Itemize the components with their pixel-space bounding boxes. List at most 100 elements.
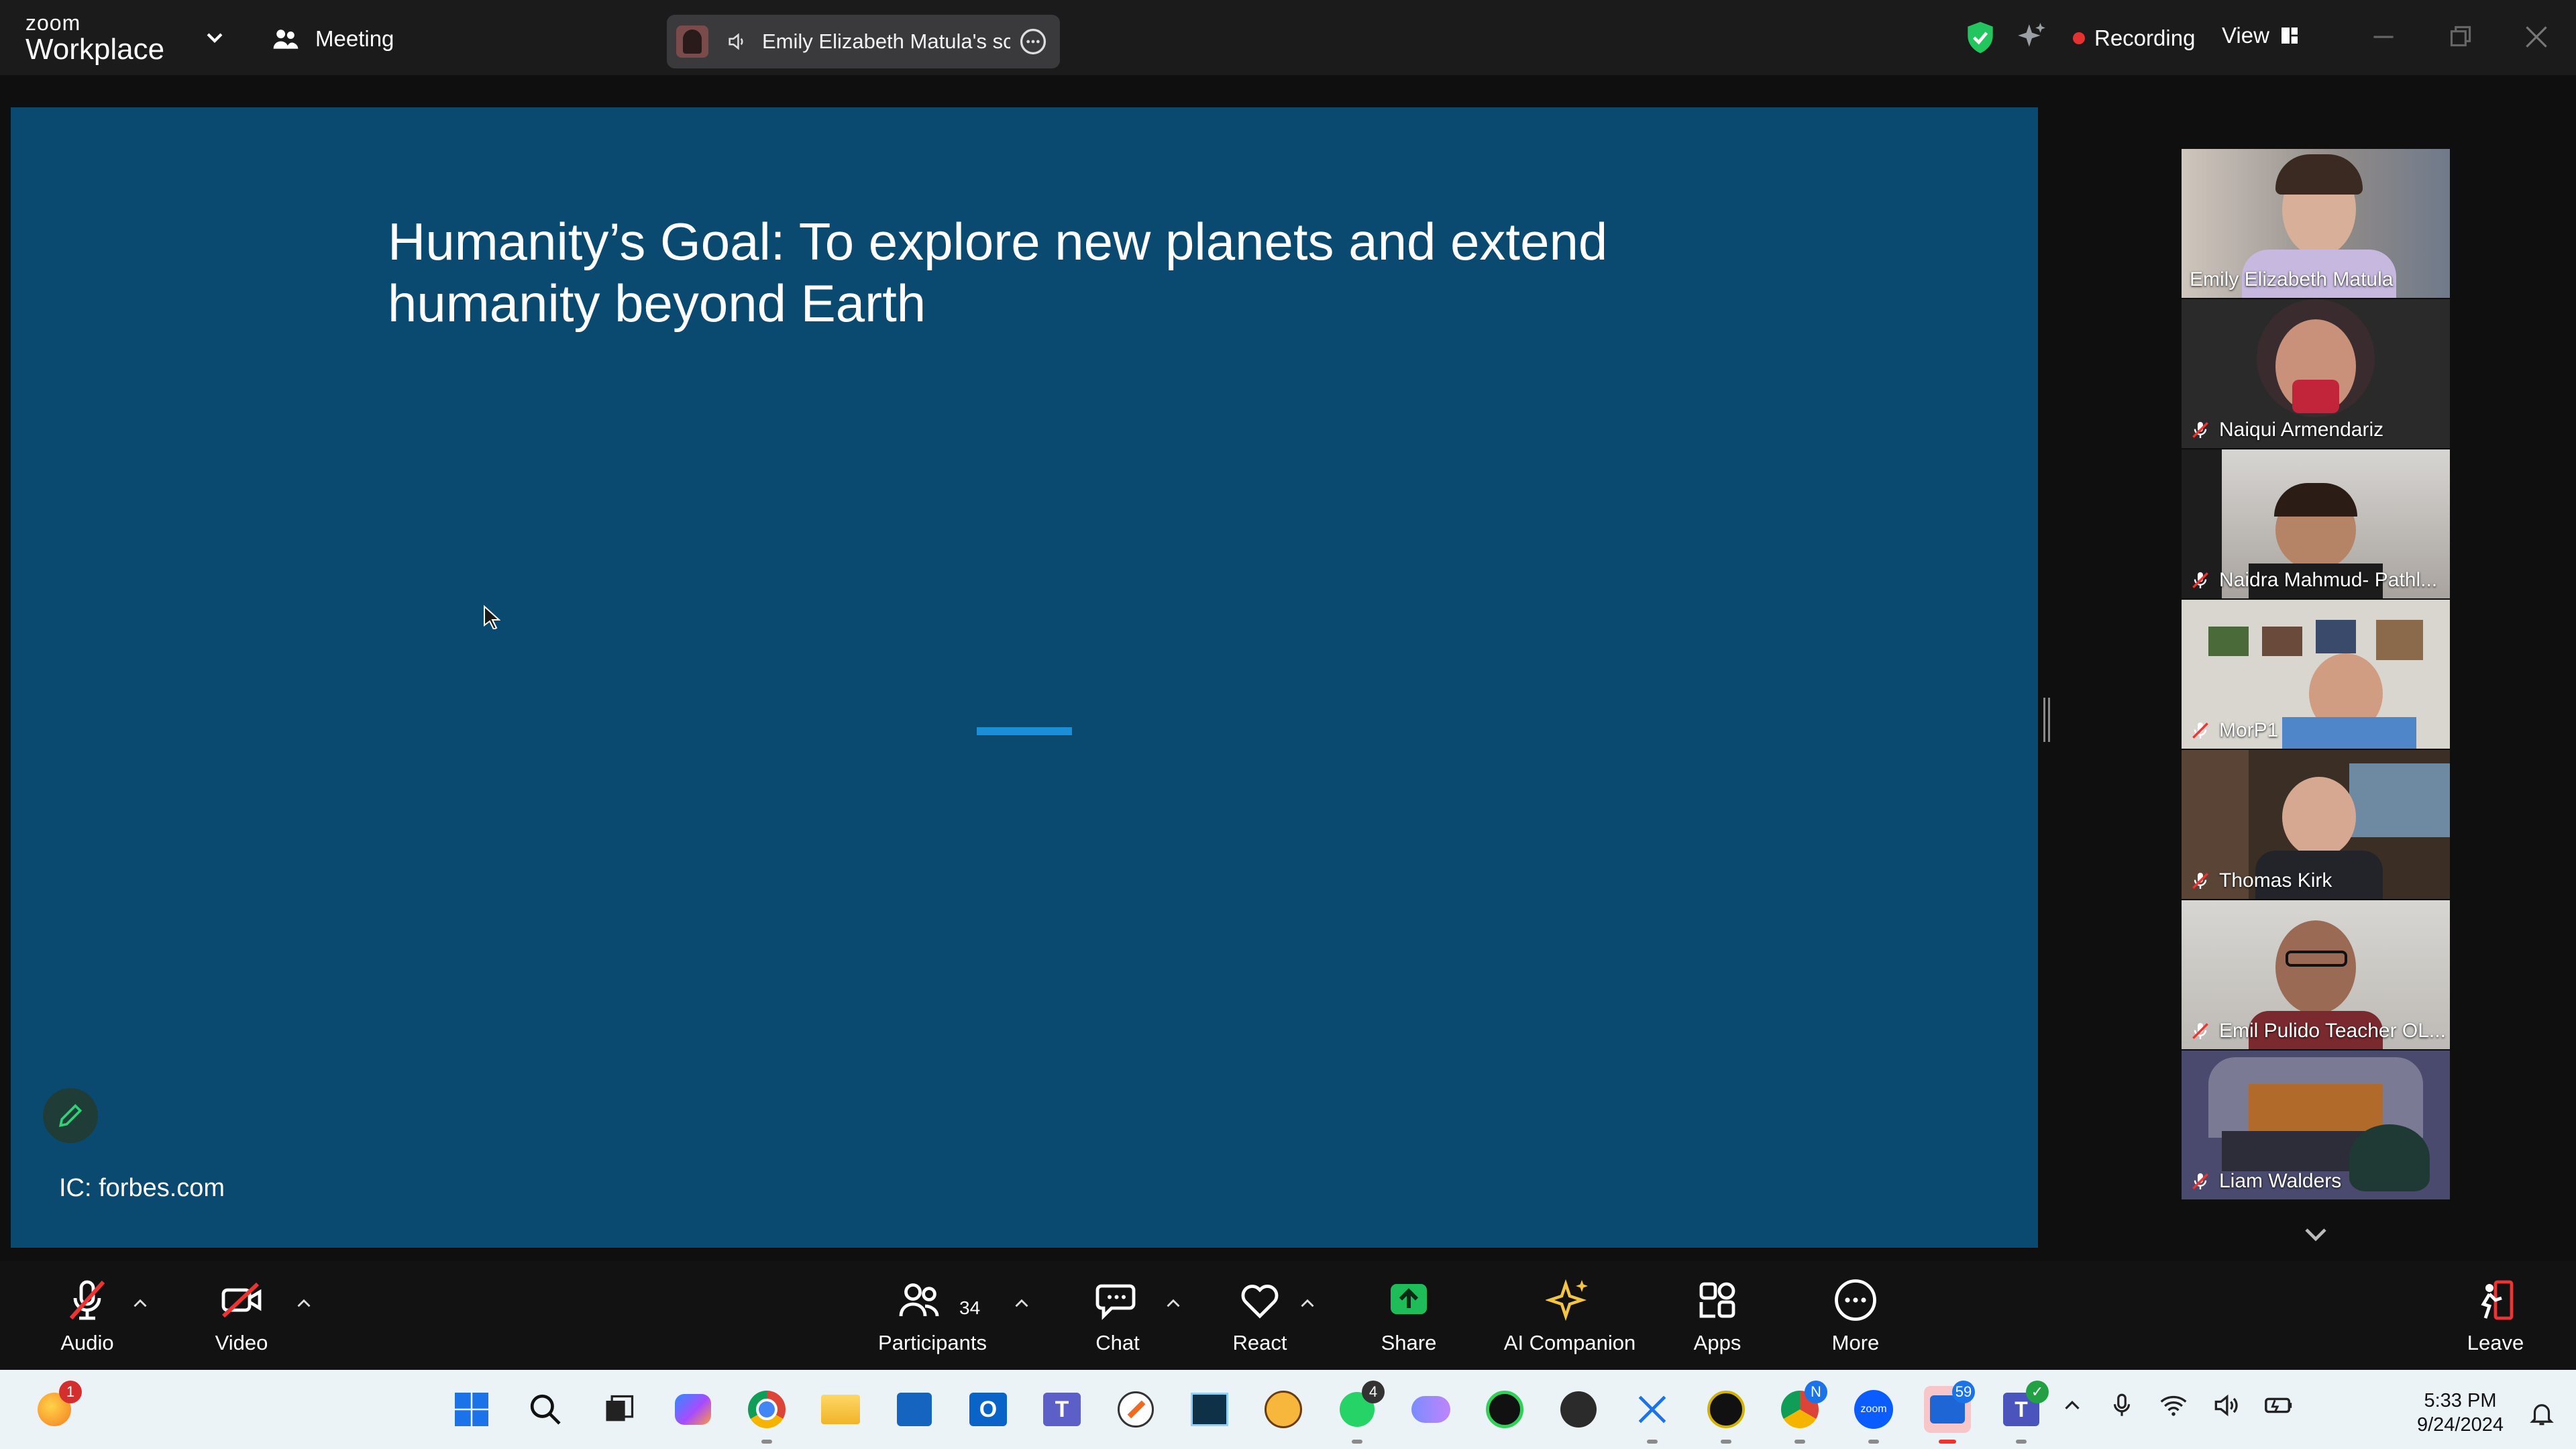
search-icon	[530, 1394, 561, 1425]
chrome-profile-icon[interactable]: N	[1776, 1381, 1827, 1444]
game-controller-icon[interactable]	[1407, 1386, 1454, 1433]
view-button[interactable]: View	[2222, 23, 2300, 48]
recording-dot-icon	[2073, 32, 2085, 44]
view-label: View	[2222, 23, 2269, 48]
search-button[interactable]	[522, 1386, 569, 1433]
speaker-icon[interactable]	[726, 30, 749, 53]
teams-work-icon[interactable]: T ✓	[1998, 1381, 2049, 1444]
apps-button[interactable]: Apps	[1684, 1261, 1751, 1370]
recording-indicator[interactable]: Recording	[2073, 25, 2195, 51]
game-app-icon[interactable]	[1260, 1386, 1307, 1433]
screen-share-indicator[interactable]: Emily Elizabeth Matula's screen	[667, 15, 1060, 68]
panel-splitter-handle[interactable]	[2043, 698, 2050, 742]
share-label: Share	[1381, 1331, 1437, 1354]
scissors-icon	[1638, 1395, 1666, 1424]
task-view-button[interactable]	[596, 1386, 643, 1433]
chevron-up-icon[interactable]	[2059, 1393, 2085, 1418]
leave-button[interactable]: Leave	[2462, 1261, 2529, 1370]
notification-bell-icon[interactable]	[2528, 1399, 2556, 1428]
whatsapp-badge: 4	[1362, 1381, 1385, 1403]
grid-view-icon	[2281, 28, 2298, 44]
more-options-icon[interactable]	[1018, 27, 1048, 56]
video-tile[interactable]: Naiqui Armendariz	[2182, 299, 2450, 448]
people-icon	[273, 30, 299, 49]
microsoft-store-icon[interactable]	[891, 1386, 938, 1433]
chat-icon	[1095, 1284, 1136, 1320]
meeting-label: Meeting	[315, 26, 394, 51]
battery-icon[interactable]	[2263, 1390, 2294, 1421]
microphone-icon[interactable]	[2108, 1391, 2136, 1419]
mic-muted-icon	[2192, 1173, 2208, 1189]
copilot-icon[interactable]	[669, 1386, 716, 1433]
ai-sparkle-icon	[1546, 1279, 1588, 1322]
teams-icon[interactable]: T	[1038, 1386, 1085, 1433]
video-button[interactable]: Video	[208, 1261, 275, 1370]
file-explorer-icon[interactable]	[817, 1386, 864, 1433]
widgets-icon[interactable]: 1	[31, 1381, 82, 1433]
whatsapp-icon[interactable]: 4	[1334, 1381, 1385, 1444]
photo-app-icon[interactable]	[1186, 1386, 1233, 1433]
running-indicator	[1868, 1440, 1879, 1444]
notification-badge: 1	[59, 1381, 82, 1403]
ai-sparkle-icon[interactable]	[2015, 20, 2049, 54]
video-tile[interactable]: Emil Pulido Teacher OL...	[2182, 900, 2450, 1049]
video-tile[interactable]: Naidra Mahmud- Pathl...	[2182, 449, 2450, 598]
video-tile[interactable]: Liam Walders	[2182, 1051, 2450, 1199]
volume-icon[interactable]	[2211, 1391, 2241, 1420]
ai-companion-button[interactable]: AI Companion	[1496, 1261, 1644, 1370]
app-circle-icon[interactable]	[1481, 1386, 1528, 1433]
audio-button[interactable]: Audio	[54, 1261, 121, 1370]
slide-title: Humanity’s Goal: To explore new planets …	[388, 212, 1608, 333]
video-off-icon	[221, 1282, 262, 1318]
video-tile[interactable]: Emily Elizabeth Matula	[2182, 149, 2450, 298]
start-button[interactable]	[448, 1386, 495, 1433]
windows-taskbar: 1 O T 4 N zoom 59 T ✓ 5:33 PM 9/24/2024	[0, 1370, 2576, 1449]
restore-icon[interactable]	[2443, 20, 2477, 54]
chat-button[interactable]: Chat	[1084, 1261, 1151, 1370]
encryption-shield-icon[interactable]	[1962, 19, 1999, 56]
mic-muted-icon	[2192, 572, 2208, 588]
clock-time: 5:33 PM	[2424, 1390, 2497, 1411]
chrome-icon[interactable]	[743, 1386, 790, 1444]
browser-app-icon[interactable]	[1112, 1386, 1159, 1433]
obs-icon[interactable]	[1555, 1386, 1602, 1433]
zoom-workplace-logo[interactable]: zoom Workplace	[25, 12, 164, 64]
zoom-app-icon[interactable]: zoom	[1850, 1386, 1897, 1444]
chevron-up-icon[interactable]	[1162, 1292, 1185, 1315]
video-tile[interactable]: Thomas Kirk	[2182, 750, 2450, 899]
task-view-icon	[606, 1395, 634, 1421]
close-icon[interactable]	[2520, 20, 2553, 54]
video-tile[interactable]: MorP1	[2182, 600, 2450, 749]
clock-app-icon[interactable]	[1703, 1386, 1750, 1444]
share-button[interactable]: Share	[1375, 1261, 1442, 1370]
react-button[interactable]: React	[1226, 1261, 1293, 1370]
chevron-up-icon[interactable]	[292, 1292, 315, 1315]
chevron-up-icon[interactable]	[1010, 1292, 1033, 1315]
participant-name: Naiqui Armendariz	[2190, 419, 2383, 441]
snipping-tool-icon[interactable]	[1629, 1386, 1676, 1444]
presenter-avatar	[676, 25, 708, 58]
chevron-up-icon[interactable]	[129, 1292, 152, 1315]
chevron-down-icon[interactable]	[2297, 1216, 2334, 1253]
system-clock[interactable]: 5:33 PM 9/24/2024	[2417, 1389, 2504, 1437]
mouse-cursor-icon	[484, 605, 500, 629]
chevron-up-icon[interactable]	[1296, 1292, 1319, 1315]
more-options-icon	[1835, 1279, 1876, 1321]
chevron-down-icon[interactable]	[201, 24, 228, 51]
participant-name: Naidra Mahmud- Pathl...	[2190, 569, 2437, 592]
audio-label: Audio	[60, 1331, 114, 1354]
meeting-info-button[interactable]: Meeting	[271, 23, 394, 55]
apps-label: Apps	[1693, 1331, 1741, 1354]
mic-muted-icon	[2192, 1023, 2208, 1039]
annotate-button[interactable]	[43, 1088, 98, 1143]
participants-button[interactable]: Participants 34	[872, 1261, 993, 1370]
minimize-icon[interactable]	[2367, 20, 2400, 54]
outlook-icon[interactable]: O	[965, 1386, 1012, 1433]
more-label: More	[1831, 1331, 1880, 1354]
wifi-icon[interactable]	[2159, 1391, 2188, 1420]
more-button[interactable]: More	[1822, 1261, 1889, 1370]
participants-count: 34	[959, 1297, 981, 1318]
zoom-workplace-active-icon[interactable]: 59	[1924, 1381, 1975, 1444]
share-screen-icon	[1391, 1284, 1427, 1314]
clock-date: 9/24/2024	[2416, 1414, 2504, 1436]
